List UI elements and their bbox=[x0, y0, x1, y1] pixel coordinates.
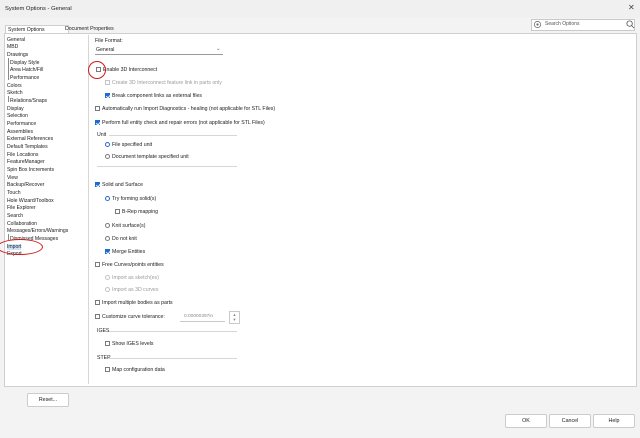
full-entity-check-checkbox[interactable] bbox=[95, 120, 100, 125]
knit-surfaces-label: Knit surface(s) bbox=[112, 223, 146, 229]
step-divider bbox=[109, 358, 237, 359]
tree-item-general[interactable]: General bbox=[7, 37, 25, 43]
ok-button[interactable]: OK bbox=[505, 414, 547, 428]
import-as-3d-curves-radio[interactable] bbox=[105, 287, 110, 292]
search-icon[interactable] bbox=[626, 20, 635, 29]
file-format-value: General bbox=[96, 47, 115, 53]
section-divider bbox=[97, 166, 237, 167]
import-as-sketch-radio[interactable] bbox=[105, 275, 110, 280]
unit-header: Unit bbox=[97, 132, 107, 138]
full-entity-check-label: Perform full entity check and repair err… bbox=[102, 120, 265, 126]
free-curves-checkbox[interactable] bbox=[95, 262, 100, 267]
show-iges-levels-label: Show IGES levels bbox=[112, 341, 154, 347]
iges-header: IGES bbox=[97, 328, 110, 334]
file-format-label: File Format: bbox=[95, 38, 123, 44]
tree-item-hole-wizard[interactable]: Hole Wizard/Toolbox bbox=[7, 198, 54, 204]
enable-3d-interconnect-label: Enable 3D Interconnect bbox=[103, 67, 158, 73]
tree-branch-line bbox=[8, 96, 9, 102]
tree-item-touch[interactable]: Touch bbox=[7, 190, 21, 196]
tree-item-file-locations[interactable]: File Locations bbox=[7, 152, 38, 158]
tree-item-spin-box[interactable]: Spin Box Increments bbox=[7, 167, 54, 173]
tree-item-messages[interactable]: Messages/Errors/Warnings bbox=[7, 228, 68, 234]
tree-item-default-templates[interactable]: Default Templates bbox=[7, 144, 48, 150]
solid-surface-checkbox[interactable] bbox=[95, 182, 100, 187]
create-3d-link-label: Create 3D Interconnect feature link in p… bbox=[112, 80, 222, 86]
merge-entities-label: Merge Entities bbox=[112, 249, 146, 255]
tree-item-relations-snaps[interactable]: Relations/Snaps bbox=[10, 98, 47, 104]
customize-tolerance-checkbox[interactable] bbox=[95, 314, 100, 319]
create-3d-link-checkbox[interactable] bbox=[105, 80, 110, 85]
tree-branch-line bbox=[8, 58, 9, 80]
tree-item-view[interactable]: View bbox=[7, 175, 18, 181]
break-links-label: Break component links as external files bbox=[112, 93, 202, 99]
do-not-knit-radio[interactable] bbox=[105, 236, 110, 241]
tree-item-external-references[interactable]: External References bbox=[7, 136, 53, 142]
auto-import-diagnostics-checkbox[interactable] bbox=[95, 106, 100, 111]
tree-item-colors[interactable]: Colors bbox=[7, 83, 22, 89]
chevron-down-icon: ⌄ bbox=[216, 46, 221, 52]
cancel-button[interactable]: Cancel bbox=[549, 414, 591, 428]
map-configuration-checkbox[interactable] bbox=[105, 367, 110, 372]
tolerance-spin-button[interactable]: ▲ ▼ bbox=[229, 311, 240, 324]
import-as-3d-curves-label: Import as 3D curves bbox=[112, 287, 159, 293]
title-bar bbox=[0, 0, 640, 18]
annotation-circle-checkbox bbox=[88, 61, 106, 79]
window-title: System Options - General bbox=[5, 6, 72, 12]
do-not-knit-label: Do not knit bbox=[112, 236, 137, 242]
tree-item-featuremanager[interactable]: FeatureManager bbox=[7, 159, 45, 165]
unit-divider bbox=[109, 135, 237, 136]
break-links-checkbox[interactable] bbox=[105, 93, 110, 98]
tree-item-performance[interactable]: Performance bbox=[7, 121, 36, 127]
customize-tolerance-label: Customize curve tolerance: bbox=[102, 314, 165, 320]
multiple-bodies-label: Import multiple bodies as parts bbox=[102, 300, 173, 306]
show-iges-levels-checkbox[interactable] bbox=[105, 341, 110, 346]
help-button[interactable]: Help bbox=[593, 414, 635, 428]
tree-item-collaboration[interactable]: Collaboration bbox=[7, 221, 37, 227]
template-unit-radio[interactable] bbox=[105, 154, 110, 159]
tree-item-sketch[interactable]: Sketch bbox=[7, 90, 23, 96]
file-specified-unit-label: File specified unit bbox=[112, 142, 153, 148]
free-curves-label: Free Curves/points entities bbox=[102, 262, 164, 268]
try-forming-solids-radio[interactable] bbox=[105, 196, 110, 201]
tree-item-drawings[interactable]: Drawings bbox=[7, 52, 28, 58]
knit-surfaces-radio[interactable] bbox=[105, 223, 110, 228]
auto-import-diagnostics-label: Automatically run Import Diagnostics - h… bbox=[102, 106, 276, 112]
tree-item-selection[interactable]: Selection bbox=[7, 113, 28, 119]
tree-item-file-explorer[interactable]: File Explorer bbox=[7, 205, 36, 211]
tree-item-backup-recover[interactable]: Backup/Recover bbox=[7, 182, 44, 188]
search-label: Search Options bbox=[545, 21, 580, 27]
tree-item-drawing-performance[interactable]: Performance bbox=[10, 75, 39, 81]
tree-item-display[interactable]: Display bbox=[7, 106, 24, 112]
options-tree: General MBD Drawings Display Style Area … bbox=[5, 35, 89, 384]
map-configuration-label: Map configuration data bbox=[112, 367, 165, 373]
close-icon[interactable]: ✕ bbox=[628, 3, 635, 12]
merge-entities-checkbox[interactable] bbox=[105, 249, 110, 254]
search-options-icon bbox=[533, 20, 542, 29]
solid-surface-label: Solid and Surface bbox=[102, 182, 143, 188]
brep-mapping-checkbox[interactable] bbox=[115, 209, 120, 214]
multiple-bodies-checkbox[interactable] bbox=[95, 300, 100, 305]
iges-divider bbox=[109, 331, 237, 332]
tree-item-area-hatch[interactable]: Area Hatch/Fill bbox=[10, 67, 43, 73]
tree-item-mbd[interactable]: MBD bbox=[7, 44, 18, 50]
tolerance-value: 0.00000397in bbox=[184, 314, 214, 319]
tree-item-search[interactable]: Search bbox=[7, 213, 23, 219]
brep-mapping-label: B-Rep mapping bbox=[122, 209, 159, 215]
import-as-sketch-label: Import as sketch(es) bbox=[112, 275, 159, 281]
template-unit-label: Document template specified unit bbox=[112, 154, 189, 160]
reset-button[interactable]: Reset... bbox=[27, 393, 69, 407]
tree-item-display-style[interactable]: Display Style bbox=[10, 60, 39, 66]
try-forming-solids-label: Try forming solid(s) bbox=[112, 196, 157, 202]
tree-item-assemblies[interactable]: Assemblies bbox=[7, 129, 33, 135]
file-specified-unit-radio[interactable] bbox=[105, 142, 110, 147]
